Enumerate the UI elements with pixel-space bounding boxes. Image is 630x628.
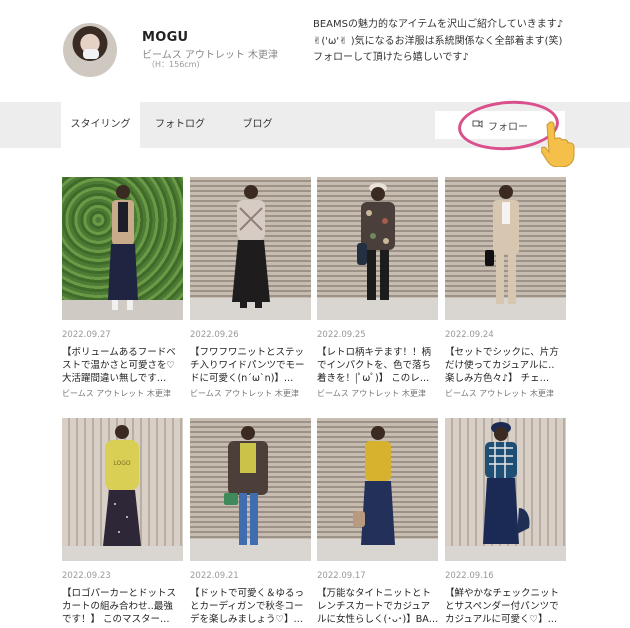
post-photo[interactable]: LOGO bbox=[62, 418, 183, 561]
post-title-line: 【万能なタイトニットとト bbox=[317, 588, 432, 599]
post-shop[interactable]: ビームス アウトレット 木更津 bbox=[190, 388, 299, 399]
profile-name: MOGU bbox=[142, 30, 189, 45]
bio-line: ✌('ω'✌ )気になるお洋服は系統関係なく全部着ます(笑) bbox=[313, 35, 563, 47]
post-title-line: 大活躍間違い無しです… bbox=[62, 373, 167, 384]
post-date: 2022.09.26 bbox=[190, 330, 239, 340]
post-title-line: カジュアルに可愛く♡】… bbox=[445, 614, 558, 625]
svg-text:LOGO: LOGO bbox=[113, 460, 131, 467]
tab-styling[interactable]: スタイリング bbox=[61, 102, 140, 148]
post-photo[interactable] bbox=[190, 418, 311, 561]
post-date: 2022.09.17 bbox=[317, 571, 366, 581]
post-date: 2022.09.23 bbox=[62, 571, 111, 581]
post-photo[interactable] bbox=[190, 177, 311, 320]
post-title-line: 【ボリュームあるフードベ bbox=[62, 347, 176, 358]
post-title[interactable]: 【ドットで可愛く＆ゆるっ とカーディガンで秋冬コー デを楽しみましょう♡】… bbox=[190, 587, 314, 626]
post-title-line: 【鮮やかなチェックニット bbox=[445, 588, 560, 599]
post-title-line: カートの組み合わせ‥最強 bbox=[62, 601, 173, 612]
post-title-line: 【ロゴパーカーとドットス bbox=[62, 588, 177, 599]
post-title-line: とカーディガンで秋冬コー bbox=[190, 601, 304, 612]
post-photo[interactable] bbox=[445, 177, 566, 320]
post-photo[interactable] bbox=[62, 177, 183, 320]
post-title-line: 【セットでシックに、片方 bbox=[445, 347, 559, 358]
post-title-line: です！】 このマスター… bbox=[62, 614, 170, 625]
post-shop[interactable]: ビームス アウトレット 木更津 bbox=[62, 388, 171, 399]
profile-height: （H：156cm) bbox=[147, 60, 200, 69]
bio-line: BEAMSの魅力的なアイテムを沢山ご紹介していきます♪ bbox=[313, 19, 564, 30]
post-title-line: 【フワフワニットとステッ bbox=[190, 347, 305, 358]
post-date: 2022.09.27 bbox=[62, 330, 111, 340]
pointing-hand-icon bbox=[541, 121, 575, 167]
post-title-line: チ入りワイドパンツでモー bbox=[190, 360, 305, 371]
post-date: 2022.09.24 bbox=[445, 330, 494, 340]
post-date: 2022.09.25 bbox=[317, 330, 366, 340]
post-shop[interactable]: ビームス アウトレット 木更津 bbox=[317, 388, 426, 399]
profile-bio: BEAMSの魅力的なアイテムを沢山ご紹介していきます♪ ✌('ω'✌ )気になる… bbox=[313, 17, 593, 67]
post-title-line: とサスペンダー付パンツで bbox=[445, 601, 559, 612]
post-title[interactable]: 【レトロ柄キテます！！柄 でインパクトを、色で落ち 着きを！|ﾟωﾟ)】 このレ… bbox=[317, 346, 441, 385]
post-title[interactable]: 【ボリュームあるフードベ ストで温かさと可愛さを♡ 大活躍間違い無しです… bbox=[62, 346, 186, 385]
post-title[interactable]: 【ロゴパーカーとドットス カートの組み合わせ‥最強 です！】 このマスター… bbox=[62, 587, 186, 626]
post-title-line: デを楽しみましょう♡】… bbox=[190, 614, 304, 625]
post-photo[interactable] bbox=[445, 418, 566, 561]
post-title-line: 【ドットで可愛く＆ゆるっ bbox=[190, 588, 305, 599]
post-title[interactable]: 【フワフワニットとステッ チ入りワイドパンツでモー ドに可愛く(n´ω`n)】… bbox=[190, 346, 314, 385]
post-title-line: 【レトロ柄キテます！！柄 bbox=[317, 347, 432, 358]
post-date: 2022.09.21 bbox=[190, 571, 239, 581]
post-title-line: レンチスカートでカジュア bbox=[317, 601, 431, 612]
post-title-line: 着きを！|ﾟωﾟ)】 このレ… bbox=[317, 373, 430, 384]
tab-photolog[interactable]: フォトログ bbox=[150, 102, 210, 148]
post-title-line: だけ使ってカジュアルに‥ bbox=[445, 360, 555, 371]
post-title[interactable]: 【鮮やかなチェックニット とサスペンダー付パンツで カジュアルに可愛く♡】… bbox=[445, 587, 569, 626]
post-title-line: でインパクトを、色で落ち bbox=[317, 360, 432, 371]
post-title-line: 楽しみ方色々♪】 チェ… bbox=[445, 373, 550, 384]
post-photo[interactable] bbox=[317, 418, 438, 561]
post-date: 2022.09.16 bbox=[445, 571, 494, 581]
bio-line: フォローして頂けたら嬉しいです♪ bbox=[313, 52, 469, 63]
post-title-line: ストで温かさと可愛さを♡ bbox=[62, 360, 176, 371]
post-shop[interactable]: ビームス アウトレット 木更津 bbox=[445, 388, 554, 399]
avatar[interactable] bbox=[63, 23, 117, 77]
post-title-line: ドに可愛く(n´ω`n)】… bbox=[190, 373, 294, 384]
post-title[interactable]: 【万能なタイトニットとト レンチスカートでカジュア ルに女性らしく(･ᴗ･)】B… bbox=[317, 587, 441, 626]
tab-blog[interactable]: ブログ bbox=[235, 102, 280, 148]
post-title[interactable]: 【セットでシックに、片方 だけ使ってカジュアルに‥ 楽しみ方色々♪】 チェ… bbox=[445, 346, 569, 385]
post-photo[interactable] bbox=[317, 177, 438, 320]
post-title-line: ルに女性らしく(･ᴗ･)】BA… bbox=[317, 614, 439, 625]
